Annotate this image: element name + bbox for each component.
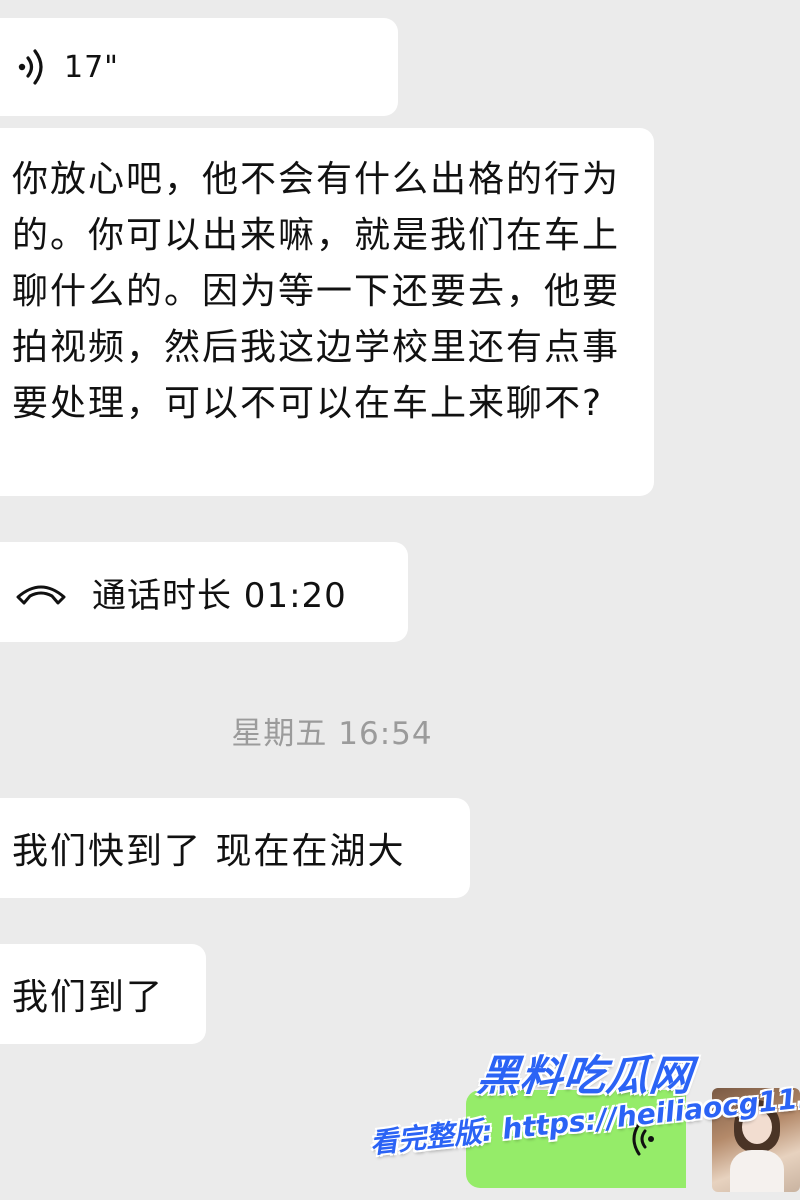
text-message-bubble[interactable]: 我们快到了 现在在湖大 bbox=[0, 798, 470, 898]
message-text: 我们快到了 现在在湖大 bbox=[12, 831, 406, 872]
voice-message-bubble[interactable]: 17" bbox=[0, 18, 398, 116]
message-text: 我们到了 bbox=[12, 977, 165, 1018]
call-duration-label: 通话时长 01:20 bbox=[92, 575, 347, 616]
message-text: 你放心吧，他不会有什么出格的行为的。你可以出来嘛，就是我们在车上聊什么的。因为等… bbox=[12, 159, 621, 424]
text-message-bubble[interactable]: 我们到了 bbox=[0, 944, 206, 1044]
avatar-body bbox=[730, 1150, 784, 1192]
call-record-bubble[interactable]: 通话时长 01:20 bbox=[0, 542, 408, 642]
chat-timestamp: 星期五 16:54 bbox=[231, 716, 433, 752]
voice-duration: 17" bbox=[64, 49, 119, 85]
text-message-bubble[interactable]: 你放心吧，他不会有什么出格的行为的。你可以出来嘛，就是我们在车上聊什么的。因为等… bbox=[0, 128, 654, 496]
voice-wave-icon bbox=[18, 49, 43, 85]
phone-hangup-icon bbox=[16, 585, 66, 605]
